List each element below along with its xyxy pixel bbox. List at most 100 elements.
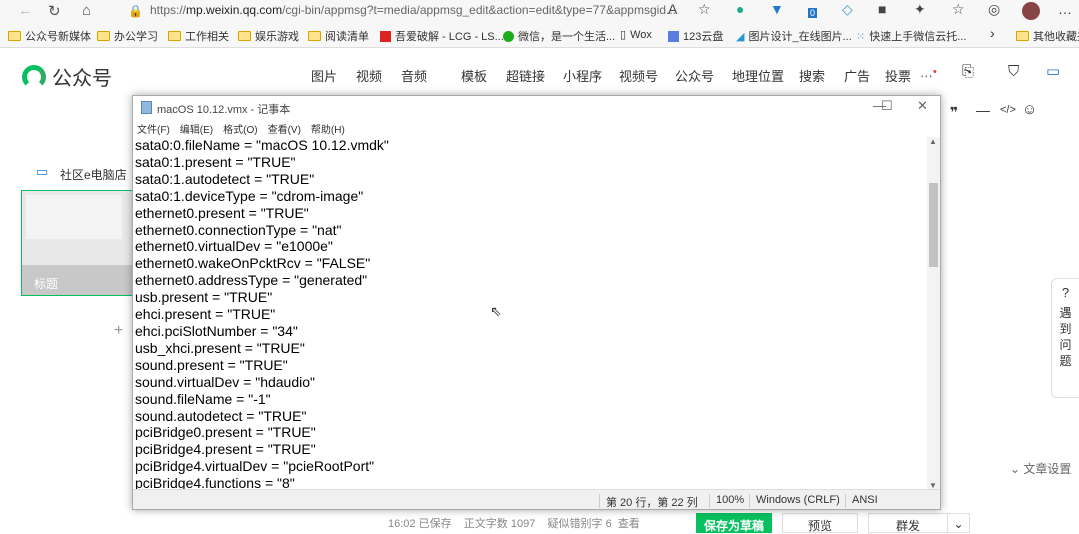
- tab-icon[interactable]: ■: [878, 1, 886, 17]
- save-draft-button[interactable]: 保存为草稿: [696, 513, 772, 533]
- status-bar: 第 20 行，第 22 列 100% Windows (CRLF) ANSI: [133, 489, 940, 509]
- insert-template[interactable]: 模板: [461, 66, 487, 85]
- laptop-icon[interactable]: ▭: [1046, 62, 1060, 80]
- home-icon[interactable]: ⌂: [82, 2, 91, 19]
- scrollbar-thumb[interactable]: [929, 183, 938, 267]
- footer-bar: 16:02 已保存 正文字数 1097 疑似错别字 6 查看 保存为草稿 预览 …: [360, 510, 1079, 533]
- insert-link[interactable]: 超链接: [506, 66, 545, 85]
- insert-channels[interactable]: 视频号: [619, 66, 658, 85]
- chevron-right-icon[interactable]: ›: [990, 25, 995, 41]
- bookmark[interactable]: 吾爱破解 - LCG - LS...: [380, 28, 504, 44]
- bookmark[interactable]: 阅读清单: [308, 28, 369, 44]
- bookmark[interactable]: 公众号新媒体: [8, 28, 91, 44]
- card-title: 标题: [22, 265, 132, 295]
- help-button[interactable]: ? 遇到问题: [1051, 278, 1079, 398]
- read-aloud-icon[interactable]: A: [668, 1, 677, 17]
- bookmark[interactable]: 工作相关: [168, 28, 229, 44]
- divider-icon[interactable]: —: [976, 102, 990, 118]
- bookmark[interactable]: ◢ 图片设计_在线图片...: [736, 28, 852, 44]
- site-icon: [380, 30, 391, 42]
- folder-icon: [97, 31, 110, 41]
- bookmark-label: 阅读清单: [325, 31, 369, 43]
- insert-vote[interactable]: 投票: [885, 66, 911, 85]
- cursor-position: 第 20 行，第 22 列: [599, 494, 698, 509]
- bookmark-label: 快速上手微信云托...: [869, 31, 967, 43]
- menu-file[interactable]: 文件(F): [137, 125, 170, 136]
- shield-icon[interactable]: ⛉: [1008, 63, 1019, 80]
- scroll-up-icon[interactable]: ▲: [929, 137, 937, 146]
- encoding: ANSI: [845, 494, 878, 508]
- menu-bar: 文件(F) 编辑(E) 格式(O) 查看(V) 帮助(H): [133, 119, 940, 137]
- shop-link[interactable]: 社区e电脑店: [60, 166, 127, 183]
- address-bar[interactable]: https://mp.weixin.qq.com/cgi-bin/appmsg?…: [150, 3, 676, 17]
- text-line: ethernet0.present = "TRUE": [135, 204, 309, 221]
- more-icon[interactable]: …: [1058, 1, 1072, 17]
- security-icon[interactable]: ◎: [988, 1, 1000, 18]
- bookmark[interactable]: 其他收藏夹: [1016, 28, 1079, 44]
- insert-image[interactable]: 图片: [311, 66, 337, 85]
- notepad-icon: [141, 101, 152, 114]
- insert-video[interactable]: 视频: [356, 66, 382, 85]
- text-line: pciBridge0.present = "TRUE": [135, 424, 316, 441]
- insert-audio[interactable]: 音频: [401, 66, 427, 85]
- back-icon[interactable]: ←: [18, 2, 33, 19]
- text-line: ethernet0.virtualDev = "e1000e": [135, 238, 333, 255]
- import-icon[interactable]: ⎘: [962, 63, 974, 80]
- bookmark[interactable]: ▯ Wox: [620, 28, 652, 42]
- code-icon[interactable]: </>: [1000, 104, 1016, 116]
- menu-view[interactable]: 查看(V): [268, 125, 301, 136]
- preview-button[interactable]: 预览: [782, 513, 858, 533]
- notepad-titlebar[interactable]: macOS 10.12.vmx - 记事本 —: [133, 96, 940, 119]
- text-line: usb_xhci.present = "TRUE": [135, 339, 305, 356]
- more-icon[interactable]: ⋯•: [920, 66, 937, 84]
- bookmark[interactable]: ⁙ 快速上手微信云托...: [856, 28, 966, 44]
- insert-location[interactable]: 地理位置: [732, 66, 784, 85]
- question-icon: ?: [1061, 285, 1070, 300]
- insert-miniprogram[interactable]: 小程序: [563, 66, 602, 85]
- menu-help[interactable]: 帮助(H): [311, 125, 345, 136]
- extensions-icon[interactable]: ✦: [914, 1, 926, 18]
- download-extension-icon[interactable]: ▼: [770, 1, 784, 17]
- refresh-icon[interactable]: ↻: [48, 2, 61, 20]
- logo-text: 公众号: [52, 68, 112, 90]
- line-ending: Windows (CRLF): [749, 494, 840, 508]
- menu-edit[interactable]: 编辑(E): [180, 125, 213, 136]
- insert-account[interactable]: 公众号: [675, 66, 714, 85]
- emoji-icon[interactable]: ☺: [1022, 101, 1037, 118]
- vertical-scrollbar[interactable]: ▲ ▼: [927, 137, 940, 490]
- favorite-add-icon[interactable]: ☆: [698, 1, 711, 18]
- close-button[interactable]: ✕: [917, 98, 928, 114]
- article-card[interactable]: 标题: [21, 190, 133, 296]
- grid-icon: ⁙: [856, 30, 866, 43]
- app-logo[interactable]: 公众号: [22, 62, 112, 91]
- chevron-down-icon[interactable]: ⌄: [948, 513, 970, 533]
- shop-icon: ▭: [36, 164, 49, 179]
- insert-ad[interactable]: 广告: [844, 66, 870, 85]
- text-line: sound.present = "TRUE": [135, 356, 288, 373]
- page-icon: ▯: [620, 29, 627, 41]
- design-icon: ◢: [736, 30, 745, 43]
- layers-icon[interactable]: ◇: [842, 1, 853, 18]
- text-editor[interactable]: sata0:0.fileName = "macOS 10.12.vmdk" sat…: [135, 137, 925, 490]
- bookmark-label: 其他收藏夹: [1033, 31, 1079, 43]
- publish-button[interactable]: 群发: [868, 513, 948, 533]
- extension-icon[interactable]: ●: [736, 1, 744, 17]
- cloud-icon: [668, 30, 679, 42]
- quote-icon[interactable]: ❞: [950, 104, 958, 121]
- text-line: pciBridge4.functions = "8": [135, 475, 295, 490]
- bookmark[interactable]: 娱乐游戏: [238, 28, 299, 44]
- menu-format[interactable]: 格式(O): [223, 125, 257, 136]
- zoom-level: 100%: [709, 494, 744, 508]
- bookmark-label: 办公学习: [114, 31, 158, 43]
- add-icon[interactable]: +: [114, 322, 123, 340]
- favorites-icon[interactable]: ☆: [952, 1, 965, 18]
- bookmark[interactable]: 123云盘: [668, 28, 723, 44]
- article-settings[interactable]: ⌄ 文章设置: [1010, 460, 1071, 477]
- insert-search[interactable]: 搜索: [799, 66, 825, 85]
- maximize-button[interactable]: ☐: [881, 98, 893, 114]
- profile-avatar[interactable]: [1022, 2, 1040, 20]
- download-badge: 0: [808, 8, 818, 18]
- bookmark[interactable]: 微信，是一个生活...: [503, 28, 615, 44]
- bookmark[interactable]: 办公学习: [97, 28, 158, 44]
- chevron-down-icon: ⌄: [1010, 462, 1024, 476]
